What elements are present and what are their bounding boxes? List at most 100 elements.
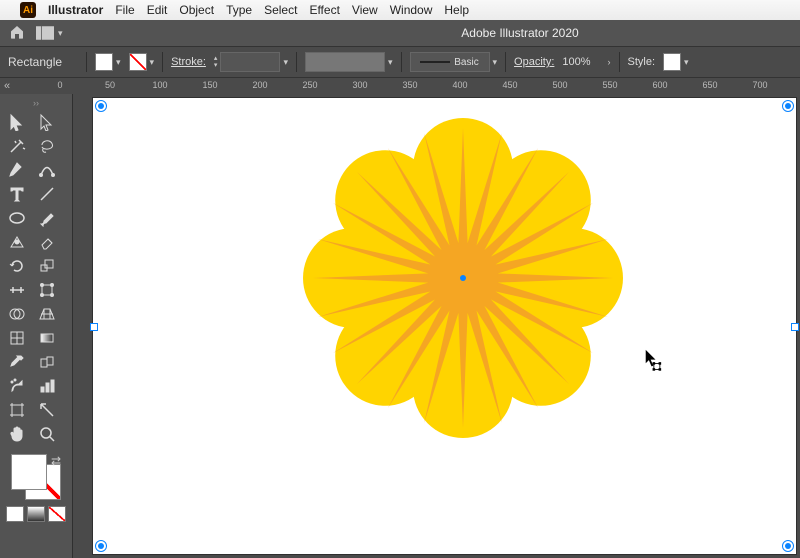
ruler-tick: 450 xyxy=(502,80,517,90)
tool-hand[interactable] xyxy=(3,422,31,446)
tool-magic-wand[interactable] xyxy=(3,134,31,158)
tool-mesh[interactable] xyxy=(3,326,31,350)
ruler-tick: 550 xyxy=(602,80,617,90)
fill-swatch-control[interactable]: ▾ xyxy=(95,53,121,71)
fill-proxy[interactable] xyxy=(11,454,47,490)
opacity-value: 100% xyxy=(562,56,590,68)
tool-eraser[interactable] xyxy=(33,230,61,254)
workspace: ›› ⇄ xyxy=(0,94,800,558)
stroke-swatch-control[interactable]: ▾ xyxy=(129,53,155,71)
tool-pen[interactable] xyxy=(3,158,31,182)
tool-symbol-sprayer[interactable] xyxy=(3,374,31,398)
opacity-field[interactable]: 100% › xyxy=(562,56,610,68)
menu-file[interactable]: File xyxy=(115,3,134,17)
color-mode-gradient[interactable] xyxy=(27,506,45,522)
control-bar: Rectangle ▾ ▾ Stroke: ▴▾ ▾ ▾ Basic ▾ Opa… xyxy=(0,46,800,78)
selection-handle-ml[interactable] xyxy=(90,323,98,331)
tool-line-segment[interactable] xyxy=(33,182,61,206)
ruler-tick: 250 xyxy=(302,80,317,90)
tool-direct-selection[interactable] xyxy=(33,110,61,134)
selection-handle-bl[interactable] xyxy=(95,540,107,552)
tool-width[interactable] xyxy=(3,278,31,302)
tool-lasso[interactable] xyxy=(33,134,61,158)
menu-type[interactable]: Type xyxy=(226,3,252,17)
color-mode-none[interactable] xyxy=(48,506,66,522)
tool-ellipse[interactable] xyxy=(3,206,31,230)
tool-selection[interactable] xyxy=(3,110,31,134)
chevron-down-icon: ▾ xyxy=(150,57,155,68)
ruler-tick: 150 xyxy=(202,80,217,90)
flower-artwork[interactable] xyxy=(313,128,613,428)
tool-shape-builder[interactable] xyxy=(3,302,31,326)
home-button[interactable] xyxy=(8,24,26,43)
graphic-style-control[interactable]: ▾ xyxy=(663,53,689,71)
stroke-swatch-icon xyxy=(129,53,147,71)
ruler-tick: 400 xyxy=(452,80,467,90)
stroke-panel-link[interactable]: Stroke: xyxy=(171,56,206,68)
tool-blend[interactable] xyxy=(33,350,61,374)
ruler-tick: 0 xyxy=(57,80,62,90)
tool-shaper[interactable] xyxy=(3,230,31,254)
selection-handle-tl[interactable] xyxy=(95,100,107,112)
chevron-down-icon: ▾ xyxy=(388,57,393,68)
canvas-area[interactable] xyxy=(73,94,800,558)
tool-perspective-grid[interactable] xyxy=(33,302,61,326)
tool-scale[interactable] xyxy=(33,254,61,278)
tool-column-graph[interactable] xyxy=(33,374,61,398)
ruler-tick: 50 xyxy=(105,80,115,90)
brush-label: Basic xyxy=(454,57,478,68)
chevron-down-icon: ▾ xyxy=(116,57,121,68)
artboard[interactable] xyxy=(93,98,796,554)
ruler-expand-left[interactable]: « xyxy=(4,80,10,92)
tool-type[interactable] xyxy=(3,182,31,206)
fill-stroke-control[interactable]: ⇄ xyxy=(11,454,61,500)
ruler-tick: 600 xyxy=(652,80,667,90)
ruler-tick: 200 xyxy=(252,80,267,90)
color-mode-solid[interactable] xyxy=(6,506,24,522)
tool-free-transform[interactable] xyxy=(33,278,61,302)
style-label: Style: xyxy=(628,56,656,68)
app-badge-icon: Ai xyxy=(20,2,36,18)
menu-effect[interactable]: Effect xyxy=(309,3,339,17)
app-title: Adobe Illustrator 2020 xyxy=(461,26,578,40)
selection-handle-tr[interactable] xyxy=(782,100,794,112)
tool-slice[interactable] xyxy=(33,398,61,422)
menu-edit[interactable]: Edit xyxy=(147,3,168,17)
tool-curvature[interactable] xyxy=(33,158,61,182)
tool-zoom[interactable] xyxy=(33,422,61,446)
menu-select[interactable]: Select xyxy=(264,3,297,17)
chevron-down-icon: ▾ xyxy=(493,57,498,68)
menu-object[interactable]: Object xyxy=(179,3,214,17)
stroke-weight-field[interactable]: ▴▾ ▾ xyxy=(214,52,288,72)
workspace-switcher[interactable]: ▾ xyxy=(36,26,63,40)
tool-paintbrush[interactable] xyxy=(33,206,61,230)
chevron-down-icon: ▾ xyxy=(684,57,689,68)
menu-illustrator[interactable]: Illustrator xyxy=(48,3,103,17)
selection-center-point xyxy=(460,275,466,281)
chevron-right-icon: › xyxy=(608,57,611,67)
color-mode-row xyxy=(3,506,69,522)
selection-handle-mr[interactable] xyxy=(791,323,799,331)
var-width-profile[interactable]: ▾ xyxy=(305,52,393,72)
ruler-tick: 100 xyxy=(152,80,167,90)
ruler-tick: 700 xyxy=(752,80,767,90)
brush-definition[interactable]: Basic ▾ xyxy=(410,52,498,72)
chevron-down-icon: ▾ xyxy=(58,28,63,39)
tool-eyedropper[interactable] xyxy=(3,350,31,374)
opacity-panel-link[interactable]: Opacity: xyxy=(514,56,554,68)
ruler-tick: 650 xyxy=(702,80,717,90)
tool-gradient[interactable] xyxy=(33,326,61,350)
ruler-tick: 350 xyxy=(402,80,417,90)
tool-rotate[interactable] xyxy=(3,254,31,278)
menu-window[interactable]: Window xyxy=(390,3,433,17)
selection-handle-br[interactable] xyxy=(782,540,794,552)
selection-type-label: Rectangle xyxy=(8,55,78,69)
toolbox-grip[interactable]: ›› xyxy=(3,98,69,108)
menu-view[interactable]: View xyxy=(352,3,378,17)
chevron-down-icon: ▾ xyxy=(283,57,288,68)
macos-menubar: Ai Illustrator File Edit Object Type Sel… xyxy=(0,0,800,20)
fill-swatch-icon xyxy=(95,53,113,71)
tool-artboard[interactable] xyxy=(3,398,31,422)
menu-help[interactable]: Help xyxy=(444,3,469,17)
swap-fill-stroke-icon[interactable]: ⇄ xyxy=(51,454,61,468)
